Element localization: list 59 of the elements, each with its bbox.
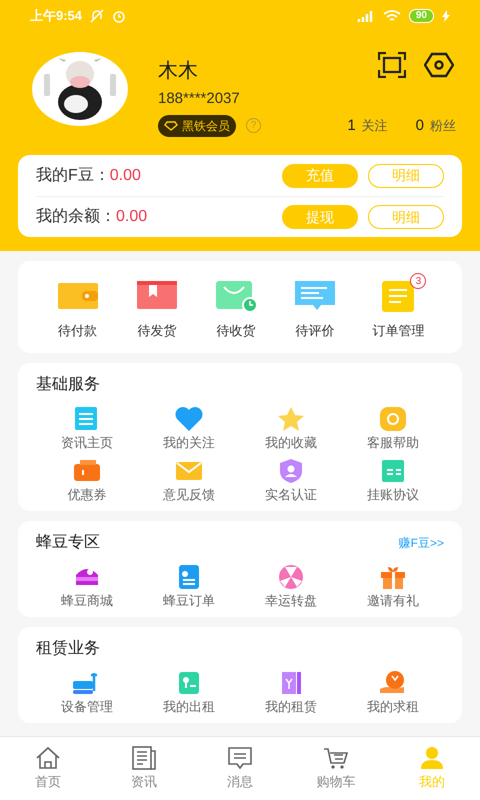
signal-icon <box>356 10 375 22</box>
balance-amount: 0.00 <box>110 166 141 186</box>
member-badge: 黑铁会员 <box>158 114 236 137</box>
status-time: 上午9:54 <box>30 7 82 26</box>
balance-label: 我的余额： <box>36 206 116 227</box>
wheel-icon <box>276 562 306 590</box>
service-link[interactable]: 我的关注 <box>163 434 215 450</box>
service-link[interactable]: 邀请有礼 <box>367 592 419 608</box>
mute-icon <box>90 9 104 23</box>
newspaper-icon <box>131 746 157 770</box>
order-status-link[interactable]: 待付款 <box>58 321 98 340</box>
service-link[interactable]: 优惠券 <box>68 486 106 502</box>
balance-amount: 0.00 <box>116 207 148 227</box>
balance-label: 我的F豆： <box>36 166 110 186</box>
nav-tab[interactable]: 消息 <box>192 737 288 800</box>
message-icon <box>227 746 253 770</box>
nav-tab[interactable]: 资讯 <box>96 737 192 800</box>
count-badge: 3 <box>410 273 426 289</box>
service-link[interactable]: 我的出租 <box>163 698 215 714</box>
star-icon <box>276 404 306 432</box>
order-status-link[interactable]: 待收货 <box>216 321 256 340</box>
service-link[interactable]: 挂账协议 <box>367 486 419 502</box>
service-link[interactable]: 蜂豆订单 <box>163 592 215 608</box>
service-link[interactable]: 设备管理 <box>61 698 113 714</box>
person-icon <box>419 746 445 770</box>
order-status-link[interactable]: 订单管理 <box>372 321 424 340</box>
stat-count: 0 <box>416 116 424 136</box>
service-link[interactable]: 幸运转盘 <box>265 592 317 608</box>
alarm-icon <box>112 9 126 23</box>
settings-icon[interactable] <box>424 52 454 78</box>
service-link[interactable]: 我的租赁 <box>265 698 317 714</box>
section-title: 基础服务 <box>36 374 100 394</box>
scan-icon[interactable] <box>378 52 406 78</box>
wifi-icon <box>382 10 401 22</box>
home-icon <box>35 746 61 770</box>
heart-icon <box>174 404 204 432</box>
battery-indicator: 90 <box>408 9 434 23</box>
section-title: 蜂豆专区 <box>36 532 100 552</box>
service-link[interactable]: 我的求租 <box>367 698 419 714</box>
service-link[interactable]: 实名认证 <box>265 486 317 502</box>
user-name: 木木 <box>158 59 198 84</box>
service-link[interactable]: 资讯主页 <box>61 434 113 450</box>
service-link[interactable]: 意见反馈 <box>163 486 215 502</box>
stat-label[interactable]: 关注 <box>362 116 388 135</box>
service-link[interactable]: 我的收藏 <box>265 434 317 450</box>
bag-icon <box>214 279 258 313</box>
service-link[interactable]: 客服帮助 <box>367 434 419 450</box>
order-status-link[interactable]: 待评价 <box>296 321 335 340</box>
section-title: 租赁业务 <box>36 638 100 658</box>
stat-label[interactable]: 粉丝 <box>430 116 456 135</box>
charging-icon <box>442 10 450 22</box>
diamond-icon <box>164 120 178 131</box>
nav-tab[interactable]: 购物车 <box>288 737 384 800</box>
order-status-link[interactable]: 待发货 <box>137 321 176 340</box>
nav-tab[interactable]: 首页 <box>0 737 96 800</box>
cart-icon <box>323 746 349 770</box>
phone-number: 188****2037 <box>158 89 241 109</box>
stat-count: 1 <box>347 116 356 136</box>
service-link[interactable]: 蜂豆商城 <box>61 592 113 608</box>
